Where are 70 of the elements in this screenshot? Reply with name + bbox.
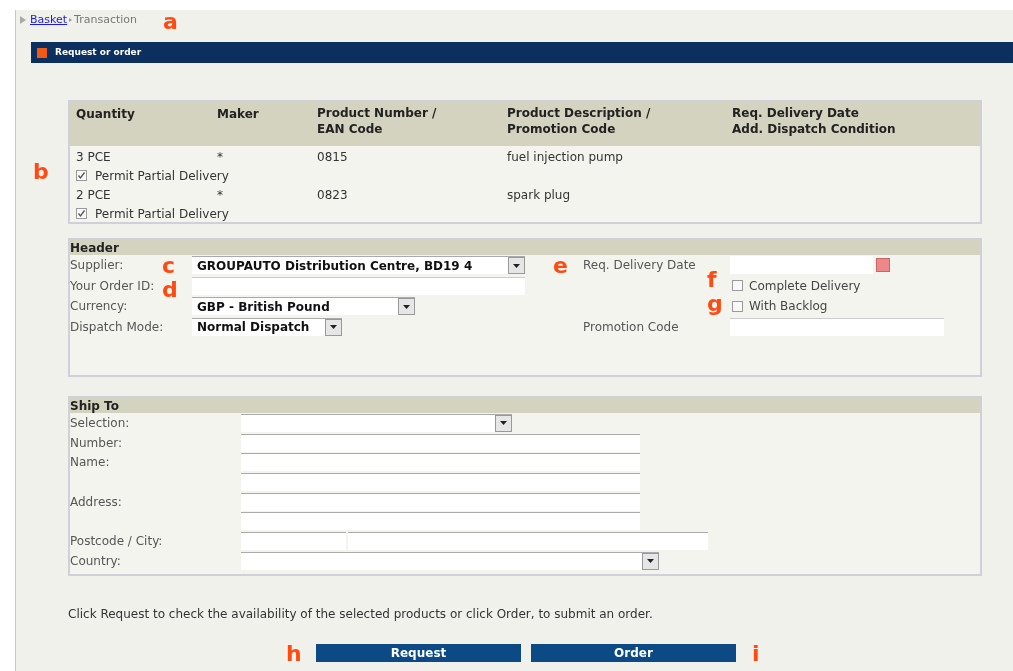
breadcrumb-current: Transaction <box>74 11 137 28</box>
maker-cell-text: * <box>217 186 224 204</box>
annotation-letter: a <box>163 10 178 34</box>
column-header: Maker <box>217 106 259 122</box>
field-label: Req. Delivery Date <box>583 257 697 275</box>
column-header: Product Number / EAN Code <box>317 105 437 137</box>
maker-cell-text: * <box>217 148 224 166</box>
input-field[interactable] <box>241 472 640 491</box>
dropdown[interactable]: GBP - British Pound <box>192 297 415 316</box>
annotation-letter: g <box>707 292 723 316</box>
annotation-letter: e <box>553 254 568 278</box>
section-title: Request or order <box>55 45 142 59</box>
input-field[interactable] <box>241 512 640 531</box>
breadcrumb-link[interactable]: Basket <box>30 11 68 29</box>
triangle-icon <box>20 16 26 24</box>
quantity-cell-text: 2 PCE <box>76 186 112 204</box>
panel-title: Ship To <box>70 397 119 415</box>
checkbox-label: Complete Delivery <box>749 277 861 295</box>
field-label: Country: <box>70 552 122 570</box>
panel-title: Header <box>70 239 119 257</box>
field-label: Number: <box>70 434 124 452</box>
field-label: Promotion Code <box>583 318 680 336</box>
calendar-icon[interactable] <box>876 258 890 273</box>
field-label: Selection: <box>70 414 131 432</box>
input-field[interactable] <box>241 433 640 452</box>
action-button[interactable]: Order <box>531 644 736 662</box>
column-header: Req. Delivery Date Add. Dispatch Condition <box>732 105 896 137</box>
annotation-letter: c <box>162 254 176 278</box>
checkbox-label: With Backlog <box>749 298 828 316</box>
annotation-letter: b <box>33 160 49 184</box>
checkbox-label: Permit Partial Delivery <box>95 167 229 185</box>
checkbox-label: Permit Partial Delivery <box>95 205 229 223</box>
column-header: Product Description / Promotion Code <box>507 105 651 137</box>
input-field[interactable] <box>241 531 346 550</box>
select-value: GROUPAUTO Distribution Centre, BD19 4 <box>196 257 473 275</box>
hint-text: Click Request to check the availability of the selected products or click Order, to submit an order. <box>68 606 654 623</box>
field-label: Address: <box>70 493 123 511</box>
select-value: Normal Dispatch <box>196 319 310 337</box>
dropdown[interactable]: Normal Dispatch <box>192 317 342 336</box>
checkbox[interactable] <box>732 280 743 292</box>
field-label: Your Order ID: <box>70 278 155 293</box>
field-label: Currency: <box>70 299 128 314</box>
input-field[interactable] <box>730 317 944 336</box>
product-number-cell-text: 0815 <box>317 148 349 166</box>
square-icon <box>37 47 47 58</box>
annotation-letter: i <box>752 642 760 666</box>
checkbox[interactable] <box>76 170 87 181</box>
checkbox[interactable] <box>732 300 743 312</box>
field-label: Name: <box>70 454 111 472</box>
column-header: Quantity <box>76 106 135 122</box>
date-field[interactable] <box>730 256 873 275</box>
field-label: Supplier: <box>70 258 124 273</box>
checkbox[interactable] <box>76 208 87 219</box>
input-field[interactable] <box>241 453 640 472</box>
input-field[interactable] <box>348 531 708 550</box>
annotation-letter: d <box>162 278 178 302</box>
input-field[interactable] <box>192 276 525 295</box>
description-cell-text: fuel injection pump <box>507 148 624 166</box>
field-label: Postcode / City: <box>70 532 164 550</box>
separator-icon <box>69 18 73 22</box>
field-label: Dispatch Mode: <box>70 319 164 334</box>
description-cell-text: spark plug <box>507 186 572 204</box>
select-value: GBP - British Pound <box>196 298 330 316</box>
annotation-letter: f <box>707 268 717 292</box>
product-number-cell-text: 0823 <box>317 186 349 204</box>
input-field[interactable] <box>241 492 640 511</box>
action-button[interactable]: Request <box>316 644 521 662</box>
annotation-letter: h <box>286 642 302 666</box>
dropdown[interactable]: GROUPAUTO Distribution Centre, BD19 4 <box>192 256 525 275</box>
quantity-cell-text: 3 PCE <box>76 148 112 166</box>
